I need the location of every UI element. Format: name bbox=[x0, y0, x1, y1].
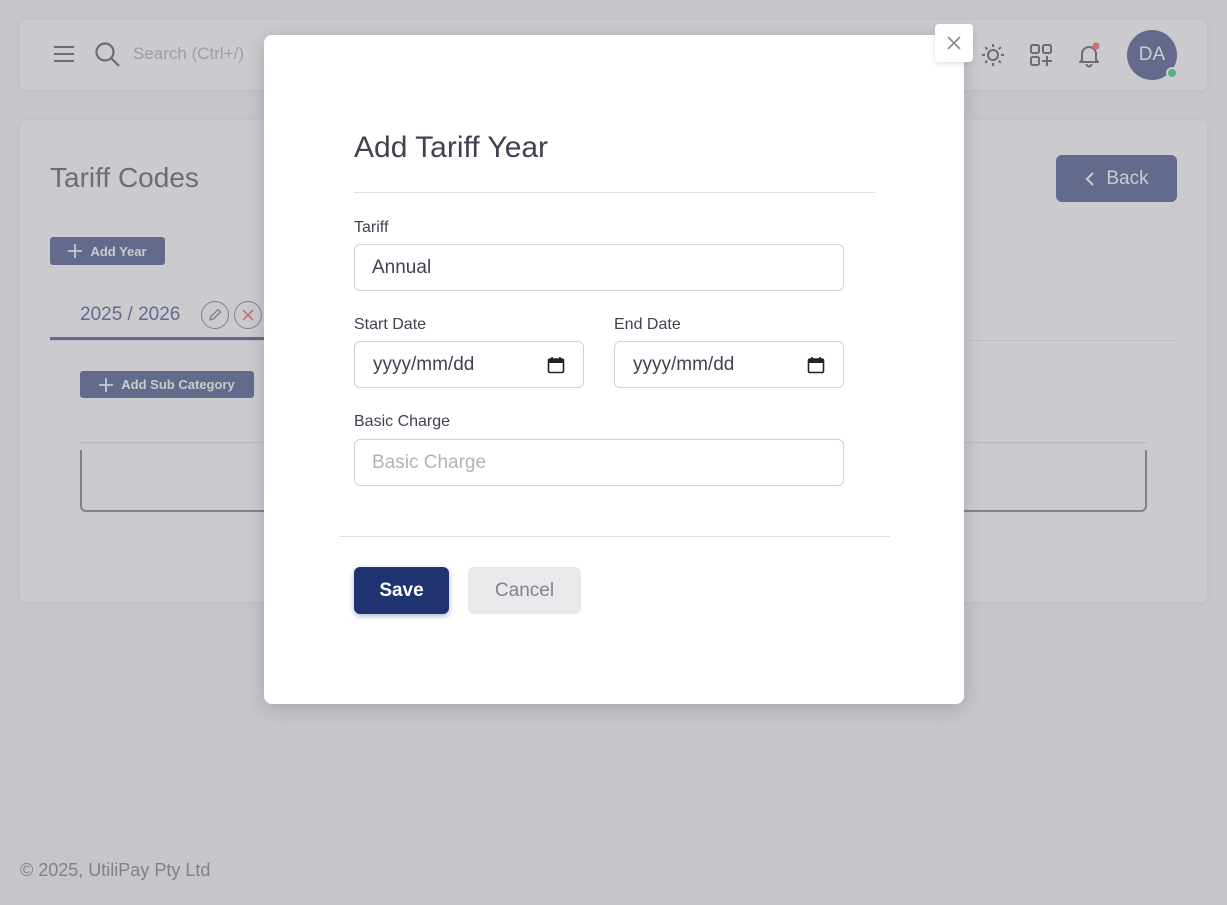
basic-charge-label: Basic Charge bbox=[354, 413, 451, 430]
tariff-label: Tariff bbox=[354, 219, 389, 236]
cancel-button[interactable]: Cancel bbox=[468, 567, 581, 614]
calendar-icon[interactable] bbox=[807, 356, 825, 374]
add-tariff-year-modal: Add Tariff Year Tariff Start Date yyyy/m… bbox=[264, 35, 964, 704]
save-button[interactable]: Save bbox=[354, 567, 449, 614]
start-date-label: Start Date bbox=[354, 316, 427, 333]
close-button[interactable] bbox=[935, 24, 973, 62]
modal-title: Add Tariff Year bbox=[354, 131, 549, 164]
end-date-label: End Date bbox=[614, 316, 681, 333]
basic-charge-input[interactable] bbox=[354, 439, 844, 486]
close-icon bbox=[947, 36, 961, 50]
start-date-input[interactable]: yyyy/mm/dd bbox=[354, 341, 584, 388]
calendar-icon[interactable] bbox=[547, 356, 565, 374]
end-date-input[interactable]: yyyy/mm/dd bbox=[614, 341, 844, 388]
end-date-placeholder: yyyy/mm/dd bbox=[633, 353, 735, 375]
tariff-input[interactable] bbox=[354, 244, 844, 291]
title-divider bbox=[354, 192, 875, 193]
start-date-placeholder: yyyy/mm/dd bbox=[373, 353, 475, 375]
modal-footer-divider bbox=[339, 536, 890, 537]
